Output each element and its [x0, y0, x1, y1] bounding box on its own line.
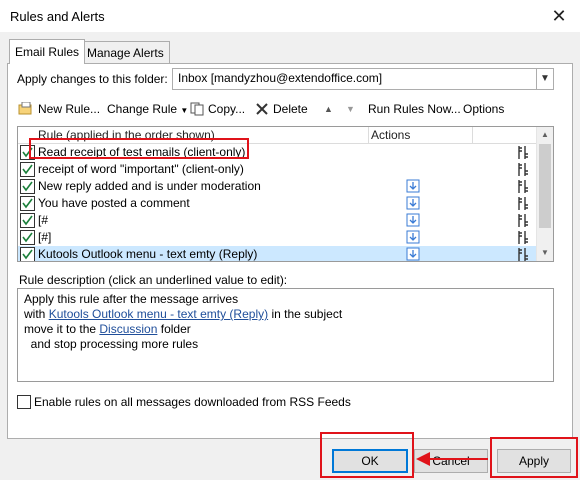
rule-name: You have posted a comment [38, 196, 190, 210]
move-down-icon[interactable]: ▼ [346, 101, 355, 117]
tab-email-rules[interactable]: Email Rules [9, 39, 86, 64]
annotation-arrow-icon [416, 452, 488, 466]
copy-label: Copy... [208, 102, 246, 116]
description-text: move it to the [24, 322, 100, 336]
rule-name: [# [38, 213, 49, 227]
change-rule-label: Change Rule [107, 102, 178, 116]
description-text: with [24, 307, 49, 321]
folder-label: Apply changes to this folder: [17, 72, 168, 86]
rules-list-scrollbar[interactable]: ▲ ▼ [536, 127, 553, 261]
delete-label: Delete [273, 102, 308, 116]
rule-checkbox[interactable] [20, 179, 35, 194]
subject-value-link[interactable]: Kutools Outlook menu - text emty (Reply) [49, 307, 268, 321]
move-to-folder-icon [406, 213, 420, 227]
rule-options-icon[interactable] [516, 162, 530, 177]
rss-checkbox[interactable] [17, 395, 31, 409]
rule-options-icon[interactable] [516, 196, 530, 211]
rule-checkbox[interactable] [20, 162, 35, 177]
close-icon[interactable]: ✕ [547, 4, 571, 28]
annotation-highlight-rule [29, 138, 249, 159]
rule-row[interactable]: receipt of word "important" (client-only… [18, 161, 537, 178]
rule-row-selected[interactable]: Kutools Outlook menu - text emty (Reply) [18, 246, 537, 261]
move-to-folder-icon [406, 196, 420, 210]
window-title: Rules and Alerts [10, 9, 105, 24]
rule-options-icon[interactable] [516, 213, 530, 228]
move-to-folder-icon [406, 230, 420, 244]
description-line: and stop processing more rules [24, 337, 199, 351]
description-text: folder [157, 322, 191, 336]
dropdown-arrow-icon: ▼ [180, 106, 189, 115]
rule-name: [#] [38, 230, 52, 244]
run-rules-now-button[interactable]: Run Rules Now... [368, 101, 461, 117]
rss-label: Enable rules on all messages downloaded … [34, 395, 351, 409]
rule-options-icon[interactable] [516, 145, 530, 160]
rule-row[interactable]: You have posted a comment [18, 195, 537, 212]
rule-checkbox[interactable] [20, 230, 35, 245]
rule-name: receipt of word "important" (client-only… [38, 162, 244, 176]
rule-name: Kutools Outlook menu - text emty (Reply) [38, 247, 258, 261]
rule-name: New reply added and is under moderation [38, 179, 261, 193]
rule-row[interactable]: New reply added and is under moderation [18, 178, 537, 195]
delete-icon [256, 103, 268, 115]
scroll-up-icon[interactable]: ▲ [537, 127, 553, 143]
change-rule-button[interactable]: Change Rule ▼ [107, 101, 188, 117]
rule-description-box: Apply this rule after the message arrive… [17, 288, 554, 382]
scroll-down-icon[interactable]: ▼ [537, 245, 553, 261]
rule-row[interactable]: [# [18, 212, 537, 229]
folder-select-value: Inbox [mandyzhou@extendoffice.com] [178, 71, 383, 85]
rule-checkbox[interactable] [20, 213, 35, 228]
description-line: Apply this rule after the message arrive… [24, 292, 239, 306]
copy-icon [190, 102, 204, 116]
new-rule-icon [18, 102, 32, 115]
rule-options-icon[interactable] [516, 179, 530, 194]
rule-options-icon[interactable] [516, 247, 530, 262]
description-text: in the subject [268, 307, 343, 321]
col-actions-header[interactable]: Actions [371, 128, 410, 142]
move-to-folder-icon [406, 179, 420, 193]
annotation-highlight-ok [320, 432, 414, 478]
folder-value-link[interactable]: Discussion [99, 322, 157, 336]
move-to-folder-icon [406, 247, 420, 261]
description-line: move it to the Discussion folder [24, 322, 191, 337]
rule-row[interactable]: [#] [18, 229, 537, 246]
description-label: Rule description (click an underlined va… [19, 273, 288, 287]
tab-manage-alerts[interactable]: Manage Alerts [81, 41, 170, 64]
description-line: with Kutools Outlook menu - text emty (R… [24, 307, 342, 322]
annotation-highlight-apply [490, 437, 578, 478]
scroll-thumb[interactable] [539, 144, 551, 228]
chevron-down-icon[interactable]: ▼ [536, 69, 553, 89]
rule-checkbox[interactable] [20, 247, 35, 261]
options-button[interactable]: Options [463, 101, 504, 117]
move-up-icon[interactable]: ▲ [324, 101, 333, 117]
rule-options-icon[interactable] [516, 230, 530, 245]
new-rule-label: New Rule... [38, 102, 101, 116]
rule-checkbox[interactable] [20, 196, 35, 211]
folder-select[interactable]: Inbox [mandyzhou@extendoffice.com] ▼ [172, 68, 554, 90]
